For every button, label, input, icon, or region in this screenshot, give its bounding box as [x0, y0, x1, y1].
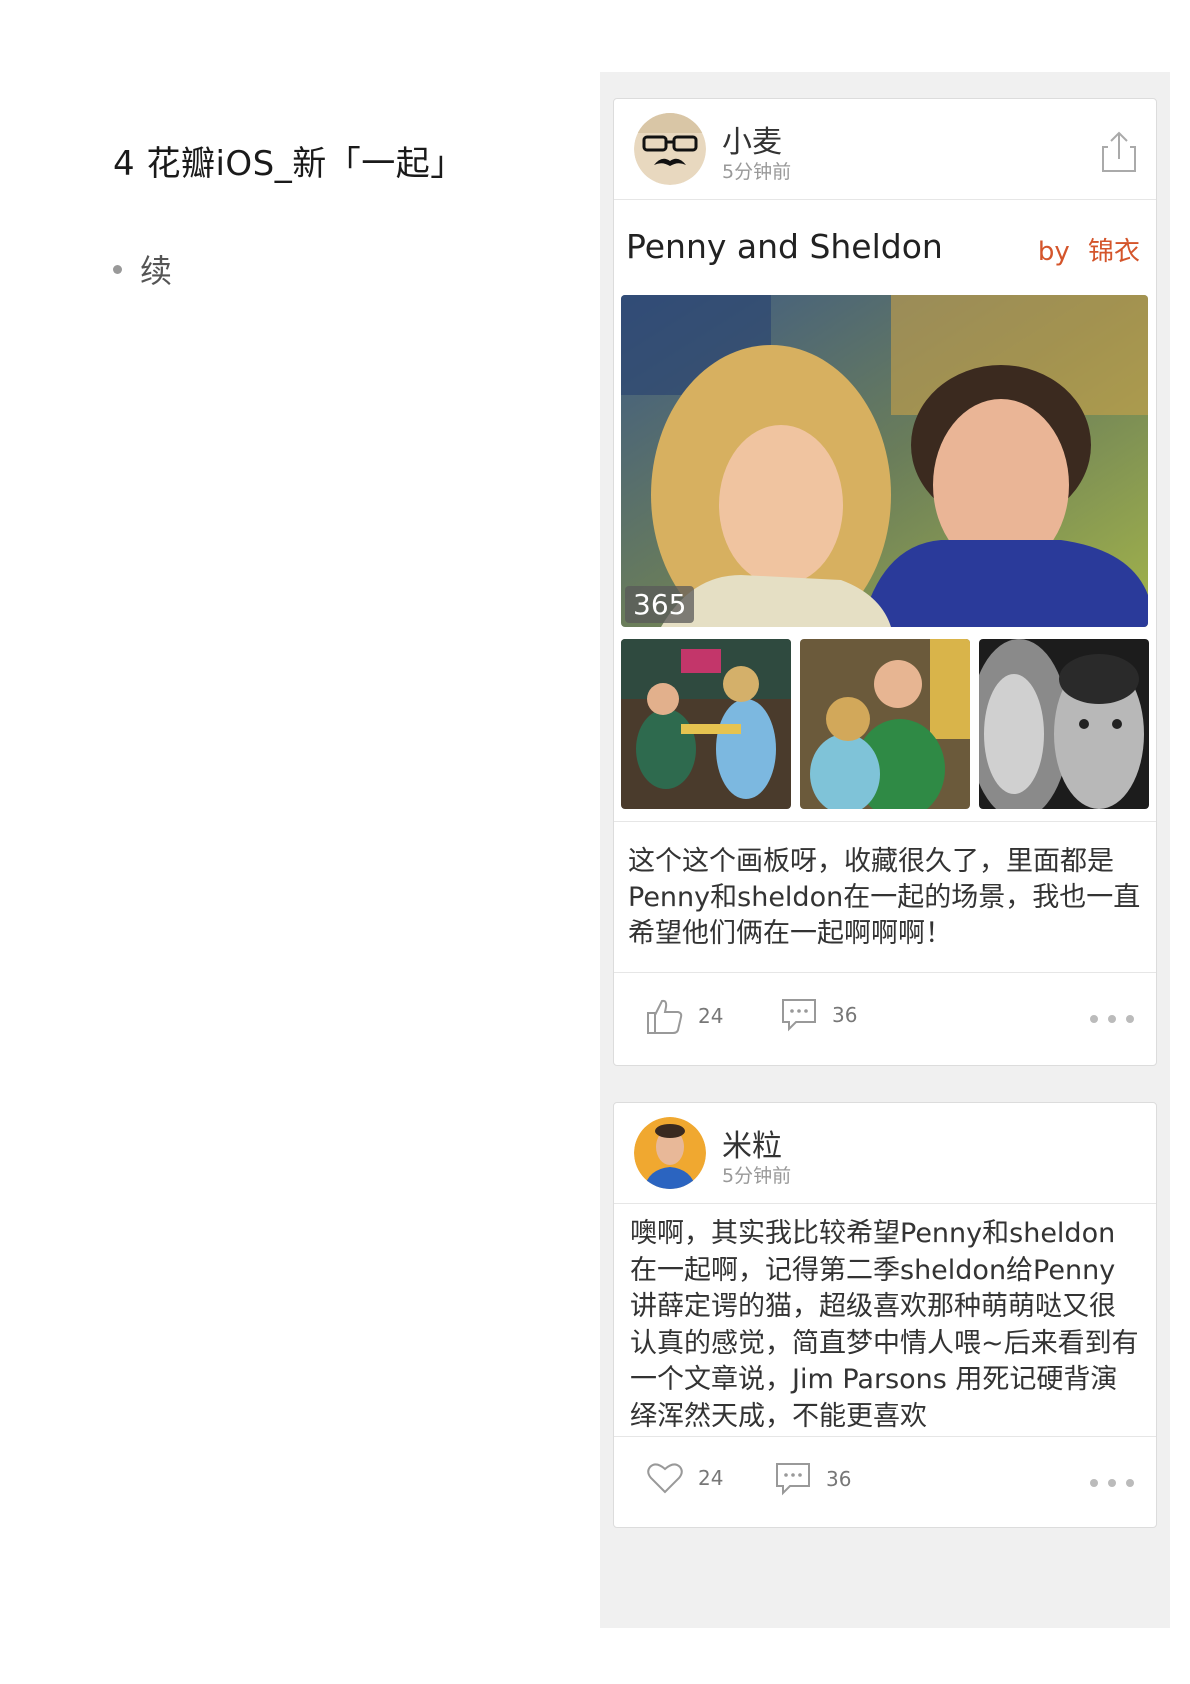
share-icon	[1102, 131, 1136, 172]
thumbnail-art	[621, 639, 791, 809]
like-button[interactable]: 24	[646, 997, 723, 1035]
post-description: 这个这个画板呀，收藏很久了，里面都是Penny和sheldon在一起的场景，我也…	[614, 821, 1156, 973]
comment-icon	[782, 999, 816, 1032]
user-avatar[interactable]	[634, 113, 706, 185]
pin-count-badge: 365	[625, 586, 695, 623]
user-name[interactable]: 小麦	[722, 117, 782, 161]
portrait-avatar-icon	[634, 1117, 706, 1189]
comment-button[interactable]: 36	[780, 997, 857, 1033]
comment-icon	[776, 1463, 810, 1496]
by-label: by	[1037, 237, 1070, 267]
thumbs-up-icon	[647, 999, 683, 1034]
share-button[interactable]	[1100, 131, 1138, 173]
more-dots-icon[interactable]	[1080, 1015, 1134, 1023]
like-button[interactable]: 24	[646, 1461, 723, 1495]
feed-card-comment: 米粒 5分钟前 噢啊，其实我比较希望Penny和sheldon在一起啊，记得第二…	[613, 1102, 1157, 1528]
user-name[interactable]: 米粒	[722, 1121, 782, 1165]
user-avatar[interactable]	[634, 1117, 706, 1189]
document-title: 4 花瓣iOS_新「一起」	[113, 144, 465, 184]
post-description: 噢啊，其实我比较希望Penny和sheldon在一起啊，记得第二季sheldon…	[614, 1203, 1156, 1437]
board-title[interactable]: Penny and Sheldon	[626, 227, 943, 266]
like-count: 24	[698, 1004, 724, 1028]
mustache-glasses-avatar-icon	[634, 113, 706, 185]
heart-icon	[647, 1463, 683, 1494]
post-actions: 24 36	[614, 1437, 1156, 1527]
bullet-dot	[113, 264, 122, 274]
post-actions: 24 36	[614, 973, 1156, 1063]
phone-screen: 小麦 5分钟前 Penny and Sheldon by 锦衣 365 这个这个…	[600, 72, 1170, 1628]
board-author[interactable]: by 锦衣	[1038, 231, 1140, 268]
bullet-text: 续	[140, 252, 173, 290]
board-thumbnail-2[interactable]	[800, 639, 970, 809]
main-photo-art	[621, 295, 1148, 627]
like-count: 24	[698, 1466, 724, 1490]
board-author-name: 锦衣	[1087, 237, 1140, 267]
more-dots-icon[interactable]	[1080, 1479, 1134, 1487]
card-header: 小麦 5分钟前	[614, 99, 1156, 200]
board-main-image[interactable]: 365	[621, 295, 1148, 627]
board-thumbnail-3[interactable]	[979, 639, 1149, 809]
feed-card-board: 小麦 5分钟前 Penny and Sheldon by 锦衣 365 这个这个…	[613, 98, 1157, 1066]
thumbnail-art	[979, 639, 1149, 809]
card-header: 米粒 5分钟前	[614, 1103, 1156, 1204]
comment-count: 36	[826, 1467, 852, 1491]
bullet-item: 续	[113, 246, 172, 292]
comment-count: 36	[832, 1003, 858, 1027]
thumbnail-art	[800, 639, 970, 809]
post-time: 5分钟前	[722, 1165, 792, 1187]
board-thumbnail-1[interactable]	[621, 639, 791, 809]
post-time: 5分钟前	[722, 161, 792, 183]
comment-button[interactable]: 36	[774, 1461, 851, 1497]
